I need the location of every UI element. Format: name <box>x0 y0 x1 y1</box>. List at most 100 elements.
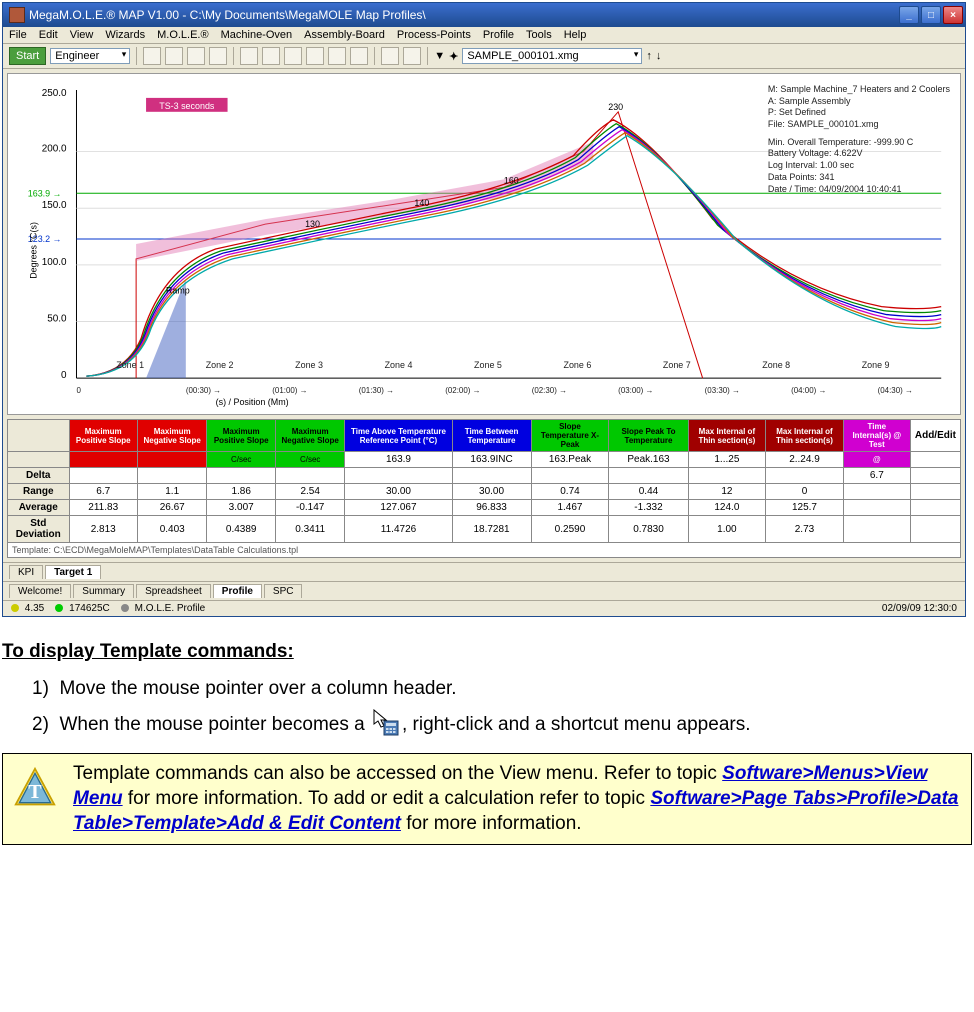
menu-mole[interactable]: M.O.L.E.® <box>157 29 209 41</box>
svg-text:Degrees °C(s): Degrees °C(s) <box>29 222 39 279</box>
svg-text:Zone 3: Zone 3 <box>295 360 323 370</box>
info-battery: Battery Voltage: 4.622V <box>768 148 950 160</box>
titlebar: MegaM.O.L.E.® MAP V1.00 - C:\My Document… <box>3 3 965 27</box>
table-row-stddev: Std Deviation 2.813 0.403 0.4389 0.3411 … <box>8 516 961 543</box>
svg-text:(02:00) →: (02:00) → <box>445 386 480 395</box>
start-button[interactable]: Start <box>9 47 46 65</box>
minimize-button[interactable]: _ <box>899 6 919 24</box>
column-header[interactable]: Maximum Positive Slope <box>69 420 137 452</box>
tab-profile[interactable]: Profile <box>213 584 262 598</box>
toolbar-icon-9[interactable] <box>328 47 346 65</box>
column-header[interactable]: Maximum Positive Slope <box>207 420 275 452</box>
column-header[interactable]: Slope Peak To Temperature <box>609 420 688 452</box>
toolbar-icon-10[interactable] <box>350 47 368 65</box>
menu-help[interactable]: Help <box>564 29 587 41</box>
tab-summary[interactable]: Summary <box>73 584 134 598</box>
toolbar-icon-12[interactable] <box>403 47 421 65</box>
zoom-out-icon[interactable]: ▼ <box>434 50 445 62</box>
menu-file[interactable]: File <box>9 29 27 41</box>
menu-machine-oven[interactable]: Machine-Oven <box>221 29 293 41</box>
menu-profile[interactable]: Profile <box>483 29 514 41</box>
separator <box>427 47 428 65</box>
tab-spc[interactable]: SPC <box>264 584 303 598</box>
tab-spreadsheet[interactable]: Spreadsheet <box>136 584 211 598</box>
svg-text:Zone 4: Zone 4 <box>385 360 413 370</box>
menu-view[interactable]: View <box>70 29 94 41</box>
menu-wizards[interactable]: Wizards <box>105 29 145 41</box>
tab-kpi[interactable]: KPI <box>9 565 43 579</box>
file-select[interactable]: SAMPLE_000101.xmg <box>462 48 642 64</box>
svg-text:250.0: 250.0 <box>42 88 67 99</box>
toolbar-icon-3[interactable] <box>187 47 205 65</box>
svg-text:Zone 2: Zone 2 <box>206 360 234 370</box>
toolbar-icon-2[interactable] <box>165 47 183 65</box>
status-datetime: 02/09/09 12:30:0 <box>882 603 957 614</box>
toolbar: Start Engineer ▼ ✦ SAMPLE_000101.xmg ↑ ↓ <box>3 44 965 69</box>
close-button[interactable]: × <box>943 6 963 24</box>
table-row-delta: Delta 6.7 <box>8 468 961 484</box>
svg-text:Zone 1: Zone 1 <box>116 360 144 370</box>
app-icon <box>9 7 25 23</box>
chart-area[interactable]: 0 50.0 100.0 150.0 200.0 250.0 163.9 → 1… <box>7 73 961 415</box>
column-header[interactable]: Time Above Temperature Reference Point (… <box>345 420 452 452</box>
doc-heading: To display Template commands: <box>2 641 972 663</box>
nav-down-icon[interactable]: ↓ <box>656 50 662 62</box>
svg-text:(01:30) →: (01:30) → <box>359 386 394 395</box>
column-header[interactable]: Maximum Negative Slope <box>275 420 345 452</box>
toolbar-icon-4[interactable] <box>209 47 227 65</box>
nav-up-icon[interactable]: ↑ <box>646 50 652 62</box>
maximize-button[interactable]: □ <box>921 6 941 24</box>
svg-text:160: 160 <box>504 175 519 185</box>
role-select[interactable]: Engineer <box>50 48 130 64</box>
menubar: File Edit View Wizards M.O.L.E.® Machine… <box>3 27 965 44</box>
cursor-calculator-icon <box>372 713 400 737</box>
separator <box>374 47 375 65</box>
toolbar-icon-1[interactable] <box>143 47 161 65</box>
column-header[interactable]: Time Internal(s) @ Test <box>843 420 910 452</box>
info-mintemp: Min. Overall Temperature: -999.90 C <box>768 137 950 149</box>
svg-text:(00:30) →: (00:30) → <box>186 386 221 395</box>
toolbar-icon-8[interactable] <box>306 47 324 65</box>
column-header[interactable]: Max Internal of Thin section(s) <box>688 420 766 452</box>
svg-text:(01:00) →: (01:00) → <box>272 386 307 395</box>
lower-tabs-2: Welcome! Summary Spreadsheet Profile SPC <box>3 581 965 600</box>
add-edit-header[interactable]: Add/Edit <box>910 420 960 452</box>
zoom-in-icon[interactable]: ✦ <box>449 50 458 63</box>
blank-corner <box>8 420 70 452</box>
svg-text:Zone 6: Zone 6 <box>564 360 592 370</box>
tab-target1[interactable]: Target 1 <box>45 565 101 579</box>
toolbar-icon-6[interactable] <box>262 47 280 65</box>
status-led-icon <box>121 604 129 612</box>
svg-text:Zone 5: Zone 5 <box>474 360 502 370</box>
svg-text:TS-3 seconds: TS-3 seconds <box>159 101 215 111</box>
svg-text:150.0: 150.0 <box>42 200 67 211</box>
menu-tools[interactable]: Tools <box>526 29 552 41</box>
column-header[interactable]: Time Between Temperature <box>452 420 531 452</box>
toolbar-icon-11[interactable] <box>381 47 399 65</box>
svg-text:Zone 9: Zone 9 <box>862 360 890 370</box>
column-header[interactable]: Max Internal of Thin section(s) <box>766 420 844 452</box>
svg-text:130: 130 <box>305 219 320 229</box>
separator <box>136 47 137 65</box>
toolbar-icon-5[interactable] <box>240 47 258 65</box>
svg-text:(04:30) →: (04:30) → <box>878 386 913 395</box>
table-row-average: Average 211.83 26.67 3.007 -0.147 127.06… <box>8 500 961 516</box>
column-header[interactable]: Maximum Negative Slope <box>137 420 207 452</box>
svg-text:0: 0 <box>76 386 81 395</box>
status-led-icon <box>55 604 63 612</box>
status-led-icon <box>11 604 19 612</box>
tab-welcome[interactable]: Welcome! <box>9 584 71 598</box>
svg-text:T: T <box>28 781 42 803</box>
table-header-row: Maximum Positive Slope Maximum Negative … <box>8 420 961 452</box>
doc-step-1: 1) Move the mouse pointer over a column … <box>32 671 972 707</box>
svg-text:0: 0 <box>61 370 67 381</box>
menu-process-points[interactable]: Process-Points <box>397 29 471 41</box>
menu-assembly-board[interactable]: Assembly-Board <box>304 29 385 41</box>
menu-edit[interactable]: Edit <box>39 29 58 41</box>
column-header[interactable]: Slope Temperature X-Peak <box>531 420 609 452</box>
toolbar-icon-7[interactable] <box>284 47 302 65</box>
svg-text:Zone 8: Zone 8 <box>762 360 790 370</box>
table-subheader-row: C/sec C/sec 163.9 163.9INC 163.Peak Peak… <box>8 452 961 468</box>
info-datetime: Date / Time: 04/09/2004 10:40:41 <box>768 184 950 196</box>
svg-text:(03:00) →: (03:00) → <box>618 386 653 395</box>
